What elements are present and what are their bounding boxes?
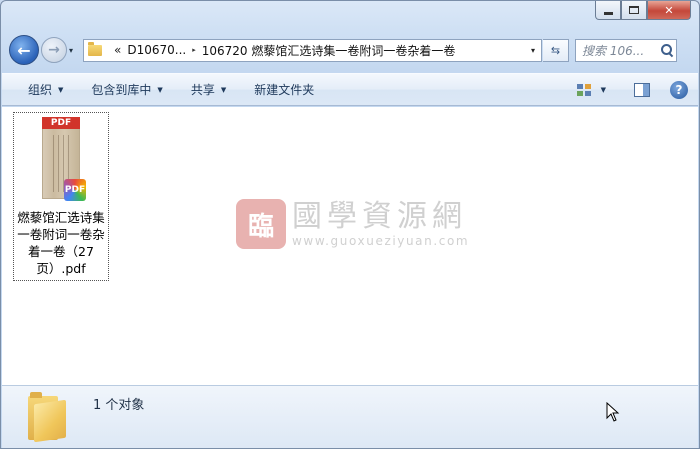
- refresh-button[interactable]: ⇆: [543, 38, 569, 62]
- dropdown-arrow-icon: ▼: [157, 85, 163, 94]
- organize-menu[interactable]: 组织 ▼: [2, 74, 77, 105]
- folder-icon: [88, 41, 102, 56]
- command-bar-right: ▼ ?: [571, 80, 698, 99]
- forward-button[interactable]: →: [41, 37, 67, 63]
- minimize-icon: [603, 11, 613, 15]
- details-pane: 1 个对象: [2, 385, 698, 448]
- watermark-url: www.guoxueziyuan.com: [292, 234, 470, 248]
- item-count: 1 个对象: [93, 398, 145, 413]
- pdf-thumb-banner: PDF: [42, 117, 80, 129]
- command-bar: 组织 ▼ 包含到库中 ▼ 共享 ▼ 新建文件夹 ▼ ?: [2, 73, 698, 106]
- refresh-icon: ⇆: [550, 43, 561, 57]
- watermark-title: 國學資源網: [292, 199, 467, 234]
- file-list-area[interactable]: PDF PDF 燃藜馆汇选诗集一卷附词一卷杂着一卷（27页）.pdf 臨 國學資…: [2, 107, 698, 385]
- file-item[interactable]: PDF PDF 燃藜馆汇选诗集一卷附词一卷杂着一卷（27页）.pdf: [13, 112, 109, 281]
- back-arrow-icon: ←: [17, 40, 31, 60]
- chevron-down-icon: ▾: [69, 45, 74, 55]
- pdf-file-icon: PDF PDF: [42, 117, 86, 201]
- watermark: 臨 國學資源網 www.guoxueziyuan.com: [236, 199, 469, 249]
- forward-arrow-icon: →: [48, 42, 60, 58]
- dropdown-arrow-icon[interactable]: ▼: [601, 86, 606, 94]
- address-dropdown-icon[interactable]: ▾: [525, 46, 541, 55]
- help-icon[interactable]: ?: [670, 80, 688, 99]
- explorer-window: ✕ ← → ▾ « D10670... ▸ 106720 燃藜馆汇选诗集一卷附词…: [0, 0, 700, 449]
- file-name[interactable]: 燃藜馆汇选诗集一卷附词一卷杂着一卷（27页）.pdf: [13, 209, 109, 277]
- breadcrumb-parent[interactable]: D10670...: [127, 43, 186, 57]
- dropdown-arrow-icon: ▼: [220, 85, 227, 94]
- close-icon: ✕: [664, 3, 674, 17]
- preview-pane-icon[interactable]: [634, 82, 650, 97]
- view-grid-icon: [576, 83, 591, 96]
- maximize-icon: [629, 6, 639, 14]
- include-in-library-menu[interactable]: 包含到库中 ▼: [77, 74, 176, 105]
- back-button[interactable]: ←: [9, 35, 39, 65]
- minimize-button[interactable]: [595, 1, 621, 20]
- pdf-badge-icon: PDF: [64, 179, 86, 201]
- search-input[interactable]: 搜索 106...: [582, 42, 658, 59]
- dropdown-arrow-icon: ▼: [58, 85, 64, 94]
- recent-pages-button[interactable]: ▾: [69, 46, 81, 55]
- search-icon[interactable]: [658, 41, 676, 59]
- address-bar[interactable]: « D10670... ▸ 106720 燃藜馆汇选诗集一卷附词一卷杂着一卷 ▾: [83, 38, 542, 62]
- change-view-button[interactable]: ▼: [571, 83, 612, 96]
- maximize-button[interactable]: [621, 1, 647, 20]
- caption-buttons: ✕: [595, 1, 691, 20]
- overflow-chevron-icon[interactable]: «: [114, 43, 121, 57]
- search-box[interactable]: 搜索 106...: [575, 38, 677, 62]
- folder-icon: [28, 392, 68, 443]
- breadcrumb-current[interactable]: 106720 燃藜馆汇选诗集一卷附词一卷杂着一卷: [202, 42, 456, 59]
- new-folder-button[interactable]: 新建文件夹: [240, 74, 328, 105]
- watermark-text: 國學資源網 www.guoxueziyuan.com: [292, 199, 470, 249]
- include-in-library-label: 包含到库中: [91, 83, 152, 97]
- watermark-seal-icon: 臨: [236, 199, 286, 249]
- share-label: 共享: [190, 83, 215, 97]
- close-button[interactable]: ✕: [647, 1, 691, 20]
- breadcrumb-separator-icon[interactable]: ▸: [192, 46, 196, 54]
- new-folder-label: 新建文件夹: [254, 83, 315, 97]
- address-row: ← → ▾ « D10670... ▸ 106720 燃藜馆汇选诗集一卷附词一卷…: [9, 35, 691, 65]
- share-menu[interactable]: 共享 ▼: [177, 74, 240, 105]
- organize-label: 组织: [28, 83, 53, 97]
